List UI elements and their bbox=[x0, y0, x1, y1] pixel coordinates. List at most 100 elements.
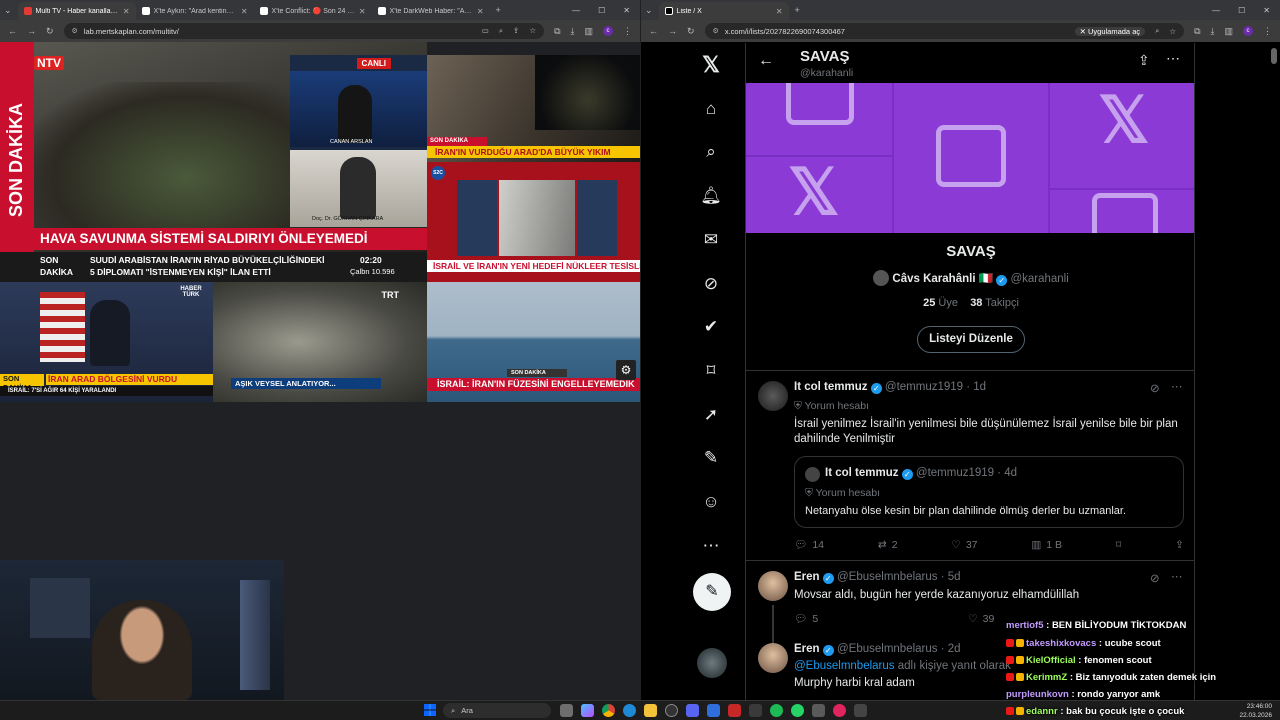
app-red-icon[interactable] bbox=[728, 704, 741, 717]
more-options-icon[interactable]: ⋯ bbox=[1171, 569, 1183, 583]
obs-icon[interactable] bbox=[665, 704, 678, 717]
clock[interactable]: 23:46:00 22.03.2026 bbox=[1222, 702, 1272, 720]
tweet-handle[interactable]: @temmuz1919 bbox=[885, 381, 963, 393]
menu-icon[interactable]: ⋮ bbox=[623, 26, 632, 37]
tab-darkweb[interactable]: X'te DarkWeb Haber: "AK Parti ✕ bbox=[372, 2, 490, 20]
retweet-button[interactable]: ⇄ 2 bbox=[878, 538, 898, 551]
taskbar-search[interactable]: ⌕ Ara bbox=[443, 703, 551, 718]
tv-tile-trt[interactable]: TRT AŞIK VEYSEL ANLATIYOR... bbox=[213, 282, 427, 402]
tab-aykiri[interactable]: X'te Aykırı: "Arad kentine onlar ✕ bbox=[136, 2, 254, 20]
new-tab-icon[interactable]: + bbox=[795, 5, 800, 15]
close-icon[interactable]: ✕ bbox=[241, 7, 248, 16]
reply-button[interactable]: 💬︎ 5 bbox=[794, 612, 818, 626]
quoted-tweet[interactable]: It col temmuz ✓ @temmuz1919 · 4d ⛨ Yorum… bbox=[794, 456, 1184, 528]
bookmark-star-icon[interactable]: ☆ bbox=[1169, 27, 1176, 36]
grok-icon[interactable]: ⊘ bbox=[1150, 381, 1160, 395]
site-info-icon[interactable]: ⚙ bbox=[72, 27, 78, 35]
maximize-icon[interactable]: ☐ bbox=[598, 6, 605, 15]
bookmark-icon[interactable]: ⌑ bbox=[1116, 538, 1121, 551]
search-icon[interactable]: ⌕ bbox=[699, 140, 723, 164]
cast-icon[interactable]: ▭ bbox=[482, 26, 489, 36]
whatsapp-icon[interactable] bbox=[791, 704, 804, 717]
members-link[interactable]: 25 Üye bbox=[923, 297, 961, 309]
like-button[interactable]: ♡ 39 bbox=[968, 612, 994, 625]
download-icon[interactable]: ⤓ bbox=[1211, 26, 1215, 37]
share-icon[interactable]: ⇪ bbox=[1175, 538, 1184, 551]
settings-gear-icon[interactable]: ⚙ bbox=[616, 360, 636, 380]
avatar[interactable]: c bbox=[603, 26, 613, 36]
download-icon[interactable]: ⤓ bbox=[571, 26, 575, 37]
more-options-icon[interactable]: ⋯ bbox=[1171, 379, 1183, 393]
maximize-icon[interactable]: ☐ bbox=[1238, 6, 1245, 15]
tv-tile-arad[interactable]: SON DAKİKA İRAN'IN VURDUĞU ARAD'DA BÜYÜK… bbox=[427, 55, 640, 162]
zoom-icon[interactable]: ⌕ bbox=[499, 26, 503, 36]
tweet-handle[interactable]: @Ebuselmnbelarus bbox=[837, 643, 938, 655]
site-info-icon[interactable]: ⚙ bbox=[713, 27, 719, 35]
home-icon[interactable]: ⌂ bbox=[699, 97, 723, 121]
tweet-author-name[interactable]: Eren bbox=[794, 643, 820, 655]
tweet-author-name[interactable]: Eren bbox=[794, 571, 820, 583]
spotify-icon[interactable] bbox=[770, 704, 783, 717]
sidepanel-icon[interactable]: ▥ bbox=[1224, 26, 1233, 37]
reload-icon[interactable]: ↻ bbox=[687, 26, 695, 37]
edit-list-button[interactable]: Listeyi Düzenle bbox=[917, 326, 1025, 353]
tweet-age[interactable]: · 2d bbox=[941, 643, 961, 655]
back-icon[interactable]: ← bbox=[649, 26, 658, 36]
messages-mail-icon[interactable]: ✉ bbox=[699, 228, 723, 252]
tweet-avatar[interactable] bbox=[758, 571, 788, 601]
extensions-icon[interactable]: ⧉ bbox=[1194, 26, 1200, 37]
bookmark-star-icon[interactable]: ☆ bbox=[529, 26, 536, 36]
tweet-avatar[interactable] bbox=[758, 643, 788, 673]
tweet-item[interactable]: It col temmuz ✓ @temmuz1919 · 1d ⊘ ⋯ ⛨ Y… bbox=[746, 371, 1194, 561]
close-window-icon[interactable]: ✕ bbox=[1263, 6, 1270, 15]
reply-to-link[interactable]: @Ebuselmnbelarus bbox=[794, 660, 895, 672]
notifications-bell-icon[interactable]: 🔔︎ bbox=[699, 184, 723, 208]
close-window-icon[interactable]: ✕ bbox=[623, 6, 630, 15]
tv-tile-haberturk[interactable]: HABER TÜRK SON DAKİKA İRAN ARAD BÖLGESİN… bbox=[0, 282, 213, 402]
tv-tile-nuclear[interactable]: S2C İSRAİL VE İRAN'IN YENİ HEDEFİ NÜKLEE… bbox=[427, 162, 640, 282]
minimize-icon[interactable]: — bbox=[572, 6, 580, 15]
forward-icon[interactable]: → bbox=[668, 26, 677, 36]
app-gray-icon[interactable] bbox=[812, 704, 825, 717]
zoom-icon[interactable]: ⌕ bbox=[1155, 26, 1159, 36]
minimize-icon[interactable]: — bbox=[1212, 6, 1220, 15]
app-terminal-icon[interactable] bbox=[854, 704, 867, 717]
address-bar[interactable]: ⚙ x.com/i/lists/2027822690074300467 ✕ Uy… bbox=[704, 23, 1185, 39]
close-icon[interactable]: ✕ bbox=[123, 7, 130, 16]
tab-liste-x[interactable]: Liste / X ✕ bbox=[658, 2, 789, 20]
articles-icon[interactable]: ✎ bbox=[699, 446, 723, 470]
communities-check-icon[interactable]: ✔ bbox=[699, 315, 723, 339]
account-avatar[interactable] bbox=[697, 648, 727, 678]
tab-search-icon[interactable]: ⌄ bbox=[4, 5, 12, 16]
copilot-icon[interactable] bbox=[581, 704, 594, 717]
sidepanel-icon[interactable]: ▥ bbox=[584, 26, 593, 37]
widgets-icon[interactable] bbox=[560, 704, 573, 717]
compose-post-button[interactable]: ✎ bbox=[693, 573, 731, 611]
bookmarks-icon[interactable]: ⌑ bbox=[699, 359, 723, 383]
tv-tile-sea[interactable]: SON DAKİKA İSRAİL: İRAN'IN FÜZESİNİ ENGE… bbox=[427, 282, 640, 402]
discord-icon[interactable] bbox=[686, 704, 699, 717]
rocket-icon[interactable]: ➚ bbox=[699, 403, 723, 427]
tab-conflict[interactable]: X'te Conflict: 🔴 Son 24 saatt ✕ bbox=[254, 2, 372, 20]
open-in-app-button[interactable]: ✕ Uygulamada aç bbox=[1074, 26, 1146, 36]
tweet-age[interactable]: · 1d bbox=[966, 381, 986, 393]
address-bar[interactable]: ⚙ lab.mertskaplan.com/multitv/ ▭ ⌕ ⇪ ☆ bbox=[63, 23, 545, 39]
like-button[interactable]: ♡ 37 bbox=[951, 538, 977, 551]
followers-link[interactable]: 38 Takipçi bbox=[970, 297, 1019, 309]
share-icon[interactable]: ⇪ bbox=[1138, 52, 1150, 69]
reply-button[interactable]: 💬︎ 14 bbox=[794, 538, 824, 552]
tv-tile-interview[interactable]: CANLI CANAN ARSLAN Doç. Dr. GÖKHAN ÇINKA… bbox=[290, 55, 427, 227]
x-logo-icon[interactable]: 𝕏 bbox=[699, 52, 723, 77]
tab-multitv[interactable]: Multi TV - Haber kanallarını ay ✕ bbox=[17, 2, 136, 20]
profile-person-icon[interactable]: ☺ bbox=[699, 490, 723, 514]
tab-search-icon[interactable]: ⌄ bbox=[645, 5, 653, 16]
avatar[interactable]: c bbox=[1243, 26, 1253, 36]
close-icon[interactable]: ✕ bbox=[776, 7, 783, 16]
tweet-age[interactable]: · 5d bbox=[941, 571, 961, 583]
scrollbar[interactable] bbox=[1271, 48, 1277, 64]
back-arrow-icon[interactable]: ← bbox=[758, 52, 774, 70]
tweet-handle[interactable]: @Ebuselmnbelarus bbox=[837, 571, 938, 583]
share-icon[interactable]: ⇪ bbox=[513, 26, 519, 36]
chrome-icon[interactable] bbox=[602, 704, 615, 717]
list-owner[interactable]: Câvs Karahânli 🇮🇹 ✓ @karahanli bbox=[746, 270, 1194, 286]
